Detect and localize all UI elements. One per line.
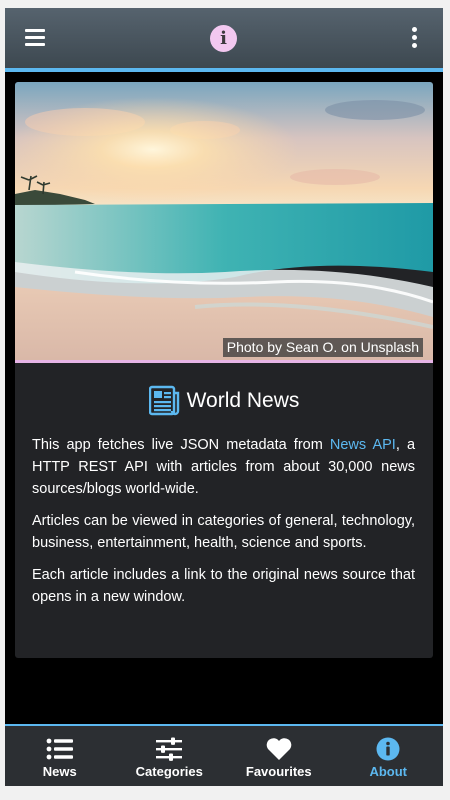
app-frame: i Photo by Sean O. on Unsplash World New…	[5, 8, 443, 786]
tab-favourites-label: Favourites	[245, 764, 312, 779]
about-card: Photo by Sean O. on Unsplash World News …	[15, 82, 433, 658]
paragraph-api: This app fetches live JSON metadata from…	[32, 434, 415, 500]
tab-categories[interactable]: Categories	[115, 726, 225, 786]
top-bar-accent-line	[5, 68, 443, 72]
tab-about[interactable]: About	[334, 726, 444, 786]
hero-image: Photo by Sean O. on Unsplash	[15, 82, 433, 360]
about-description: This app fetches live JSON metadata from…	[32, 434, 415, 618]
about-title-row: World News	[15, 384, 433, 418]
list-icon	[46, 738, 73, 760]
tab-news-label: News	[42, 764, 77, 779]
beach-sunset-photo	[15, 82, 433, 360]
newspaper-icon	[148, 385, 179, 416]
paragraph-api-text-start: This app fetches live JSON metadata from	[32, 437, 330, 453]
bottom-navigation: News Categories Favourites About	[5, 726, 443, 786]
news-api-link[interactable]: News API	[330, 437, 396, 453]
top-app-bar: i	[5, 8, 443, 68]
paragraph-links: Each article includes a link to the orig…	[32, 567, 415, 605]
heart-icon	[266, 738, 292, 760]
paragraph-categories: Articles can be viewed in categories of …	[32, 513, 415, 551]
info-icon: i	[210, 25, 237, 52]
hamburger-menu-icon[interactable]	[25, 29, 45, 47]
tab-categories-label: Categories	[135, 764, 203, 779]
page-title: World News	[186, 389, 300, 412]
hero-accent-line	[15, 360, 433, 363]
tab-favourites[interactable]: Favourites	[224, 726, 334, 786]
tab-news[interactable]: News	[5, 726, 115, 786]
photo-credit-caption: Photo by Sean O. on Unsplash	[222, 338, 423, 357]
vertical-dots-icon[interactable]	[409, 27, 419, 51]
sliders-icon	[156, 737, 183, 761]
tab-about-label: About	[369, 764, 408, 779]
info-icon	[376, 737, 400, 761]
